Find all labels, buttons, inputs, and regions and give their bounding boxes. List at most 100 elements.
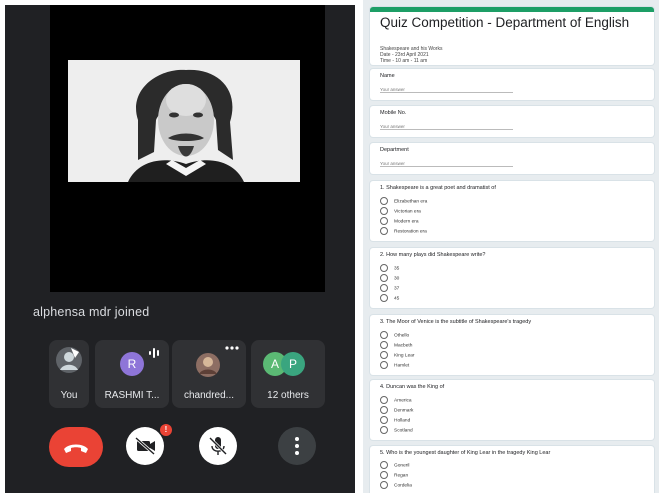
option-label: 30 <box>394 276 400 282</box>
radio-option[interactable]: 45 <box>380 294 399 302</box>
question-label: 3. The Moor of Venice is the subtitle of… <box>380 319 532 325</box>
radio-circle-icon <box>380 481 388 489</box>
question-card-q1: 1. Shakespeare is a great poet and drama… <box>370 181 654 241</box>
form-header-card: Quiz Competition - Department of English… <box>370 7 654 65</box>
question-card-name: Name Your answer <box>370 69 654 100</box>
radio-circle-icon <box>380 284 388 292</box>
participant-tile-others[interactable]: A P 12 others <box>251 340 325 408</box>
mic-toggle-button[interactable] <box>199 427 237 465</box>
radio-option[interactable]: Holland <box>380 416 410 424</box>
vertical-dots-icon <box>295 437 299 455</box>
more-actions-button[interactable] <box>278 427 316 465</box>
option-label: 37 <box>394 286 400 292</box>
camera-off-icon <box>135 436 155 456</box>
form-title: Quiz Competition - Department of English <box>380 15 630 30</box>
google-form: Quiz Competition - Department of English… <box>363 0 659 493</box>
radio-option[interactable]: Restoration era <box>380 227 427 235</box>
audio-level-icon <box>149 348 159 358</box>
radio-circle-icon <box>380 331 388 339</box>
participant-tile-chandred[interactable]: chandred... <box>172 340 246 408</box>
radio-option[interactable]: 30 <box>380 274 399 282</box>
radio-option[interactable]: 35 <box>380 264 399 272</box>
radio-circle-icon <box>380 264 388 272</box>
question-label: 2. How many plays did Shakespeare write? <box>380 252 486 258</box>
self-avatar-icon <box>56 347 82 373</box>
question-card-q5: 5. Who is the youngest daughter of King … <box>370 446 654 493</box>
radio-circle-icon <box>380 426 388 434</box>
shared-image <box>68 60 300 182</box>
radio-circle-icon <box>380 396 388 404</box>
left-margin <box>0 0 5 493</box>
end-call-button[interactable] <box>49 427 103 467</box>
participant-name: You <box>60 390 78 401</box>
radio-circle-icon <box>380 197 388 205</box>
option-label: Othello <box>394 333 410 339</box>
radio-circle-icon <box>380 217 388 225</box>
participant-photo-avatar <box>196 353 220 377</box>
question-label: 1. Shakespeare is a great poet and drama… <box>380 185 496 191</box>
main-video[interactable] <box>50 5 325 292</box>
radio-circle-icon <box>380 207 388 215</box>
option-label: Macbeth <box>394 343 413 349</box>
option-label: Restoration era <box>394 229 427 235</box>
radio-option[interactable]: Othello <box>380 331 409 339</box>
question-label: Department <box>380 147 409 153</box>
radio-circle-icon <box>380 294 388 302</box>
question-label: Name <box>380 73 395 79</box>
question-card-q3: 3. The Moor of Venice is the subtitle of… <box>370 315 654 375</box>
join-notification: alphensa mdr joined <box>33 305 150 319</box>
participant-tile-rashmi[interactable]: R RASHMI T... <box>95 340 169 408</box>
radio-circle-icon <box>380 461 388 469</box>
option-label: Modern era <box>394 219 419 225</box>
question-card-mobile: Mobile No. Your answer <box>370 106 654 137</box>
option-label: Regan <box>394 473 409 479</box>
answer-underline <box>380 166 513 167</box>
radio-option[interactable]: Scotland <box>380 426 413 434</box>
radio-option[interactable]: 37 <box>380 284 399 292</box>
option-label: Elizabethan era <box>394 199 428 205</box>
meet-window: alphensa mdr joined You R RASHMI T... ch… <box>5 5 355 493</box>
participant-count: 12 others <box>267 390 309 401</box>
participant-name: chandred... <box>183 390 235 401</box>
option-label: King Lear <box>394 353 415 359</box>
radio-circle-icon <box>380 406 388 414</box>
radio-option[interactable]: Cordelia <box>380 481 412 489</box>
option-label: America <box>394 398 412 404</box>
option-label: Goneril <box>394 463 410 469</box>
camera-toggle-button[interactable] <box>126 427 164 465</box>
radio-option[interactable]: America <box>380 396 412 404</box>
radio-option[interactable]: Regan <box>380 471 408 479</box>
radio-circle-icon <box>380 471 388 479</box>
option-label: Scotland <box>394 428 413 434</box>
radio-circle-icon <box>380 274 388 282</box>
option-label: Hamlet <box>394 363 410 369</box>
radio-option[interactable]: Elizabethan era <box>380 197 427 205</box>
option-label: Denmark <box>394 408 414 414</box>
radio-circle-icon <box>380 341 388 349</box>
form-time: Time - 10 am - 11 am <box>380 58 428 64</box>
radio-option[interactable]: King Lear <box>380 351 415 359</box>
answer-underline <box>380 129 513 130</box>
option-label: Holland <box>394 418 411 424</box>
option-label: 35 <box>394 266 400 272</box>
option-label: Victorian era <box>394 209 421 215</box>
question-card-q2: 2. How many plays did Shakespeare write?… <box>370 248 654 308</box>
radio-option[interactable]: Victorian era <box>380 207 421 215</box>
answer-underline <box>380 92 513 93</box>
question-card-q4: 4. Duncan was the King of America Denmar… <box>370 380 654 440</box>
radio-option[interactable]: Modern era <box>380 217 419 225</box>
radio-option[interactable]: Denmark <box>380 406 413 414</box>
radio-option[interactable]: Goneril <box>380 461 409 469</box>
radio-circle-icon <box>380 351 388 359</box>
phone-hangup-icon <box>64 444 88 453</box>
radio-circle-icon <box>380 361 388 369</box>
radio-option[interactable]: Hamlet <box>380 361 409 369</box>
radio-circle-icon <box>380 416 388 424</box>
option-label: Cordelia <box>394 483 412 489</box>
radio-option[interactable]: Macbeth <box>380 341 412 349</box>
more-options-icon[interactable] <box>224 344 240 352</box>
question-label: 5. Who is the youngest daughter of King … <box>380 450 551 456</box>
avatar: P <box>281 352 305 376</box>
participant-tile-you[interactable]: You <box>49 340 89 408</box>
option-label: 45 <box>394 296 400 302</box>
